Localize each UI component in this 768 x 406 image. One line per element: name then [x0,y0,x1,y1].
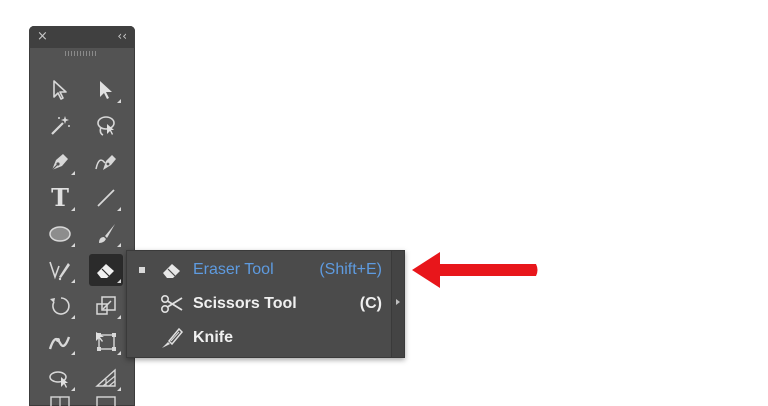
flyout-indicator [71,315,75,319]
perspective-grid-tool[interactable] [89,362,123,394]
flyout-indicator [117,207,121,211]
direct-selection-tool[interactable] [43,74,77,106]
eraser-icon [93,257,119,283]
flyout-item-eraser[interactable]: Eraser Tool (Shift+E) [127,253,392,287]
ellipse-icon [47,221,73,247]
flyout-item-shortcut: (Shift+E) [319,261,382,278]
flyout-item-label: Knife [193,329,233,346]
line-segment-tool[interactable] [89,182,123,214]
curvature-tool[interactable] [89,146,123,178]
tearoff-button[interactable] [391,251,404,357]
brush-icon [93,221,119,247]
scissors-icon [159,291,185,317]
shape-builder-tool[interactable] [43,362,77,394]
tools-panel: × ‹‹ T [29,26,135,406]
panel-grip[interactable] [65,51,97,56]
flyout-item-label: Scissors Tool [193,295,297,312]
shaper-icon [47,257,73,283]
magic-wand-icon [47,113,73,139]
gradient-tool[interactable] [89,396,123,406]
magic-wand-tool[interactable] [43,110,77,142]
flyout-indicator [71,243,75,247]
mesh-icon [47,396,73,406]
free-transform-tool[interactable] [89,326,123,358]
flyout-item-label: Eraser Tool [193,261,274,278]
chevron-right-icon [396,299,400,305]
flyout-indicator [71,207,75,211]
selected-bullet [139,267,145,273]
type-icon: T [51,183,69,212]
scale-tool[interactable] [89,290,123,322]
shape-builder-icon [47,365,73,391]
flyout-indicator [117,99,121,103]
knife-icon [159,325,185,351]
flyout-indicator [71,351,75,355]
solid-arrow-icon [93,77,119,103]
shaper-tool[interactable] [43,254,77,286]
pen-icon [47,149,73,175]
eraser-tool[interactable] [89,254,123,286]
mesh-tool[interactable] [43,396,77,406]
lasso-tool[interactable] [89,110,123,142]
type-tool[interactable]: T [43,182,77,214]
pen-tool[interactable] [43,146,77,178]
scale-icon [93,293,119,319]
close-icon[interactable]: × [37,29,48,45]
width-icon [47,329,73,355]
flyout-item-scissors[interactable]: Scissors Tool (C) [127,287,392,321]
eraser-tool-flyout: Eraser Tool (Shift+E) Scissors Tool (C) … [126,250,405,358]
free-transform-icon [93,329,119,355]
eraser-icon [159,257,185,283]
lasso-icon [93,113,119,139]
flyout-indicator [117,243,121,247]
flyout-indicator [117,351,121,355]
ellipse-tool[interactable] [43,218,77,250]
line-icon [93,185,119,211]
perspective-grid-icon [93,365,119,391]
paintbrush-tool[interactable] [89,218,123,250]
hollow-arrow-icon [47,77,73,103]
flyout-indicator [71,279,75,283]
curvature-pen-icon [93,149,119,175]
collapse-icon[interactable]: ‹‹ [117,28,127,44]
flyout-indicator [117,279,121,283]
flyout-indicator [71,387,75,391]
selection-tool[interactable] [89,74,123,106]
gradient-icon [93,396,119,406]
width-tool[interactable] [43,326,77,358]
rotate-tool[interactable] [43,290,77,322]
flyout-item-shortcut: (C) [359,295,382,312]
flyout-item-knife[interactable]: Knife [127,321,392,355]
flyout-indicator [117,315,121,319]
rotate-icon [47,293,73,319]
flyout-indicator [71,171,75,175]
flyout-indicator [117,387,121,391]
panel-header[interactable]: × ‹‹ [29,26,135,48]
annotation-arrow [412,252,538,288]
